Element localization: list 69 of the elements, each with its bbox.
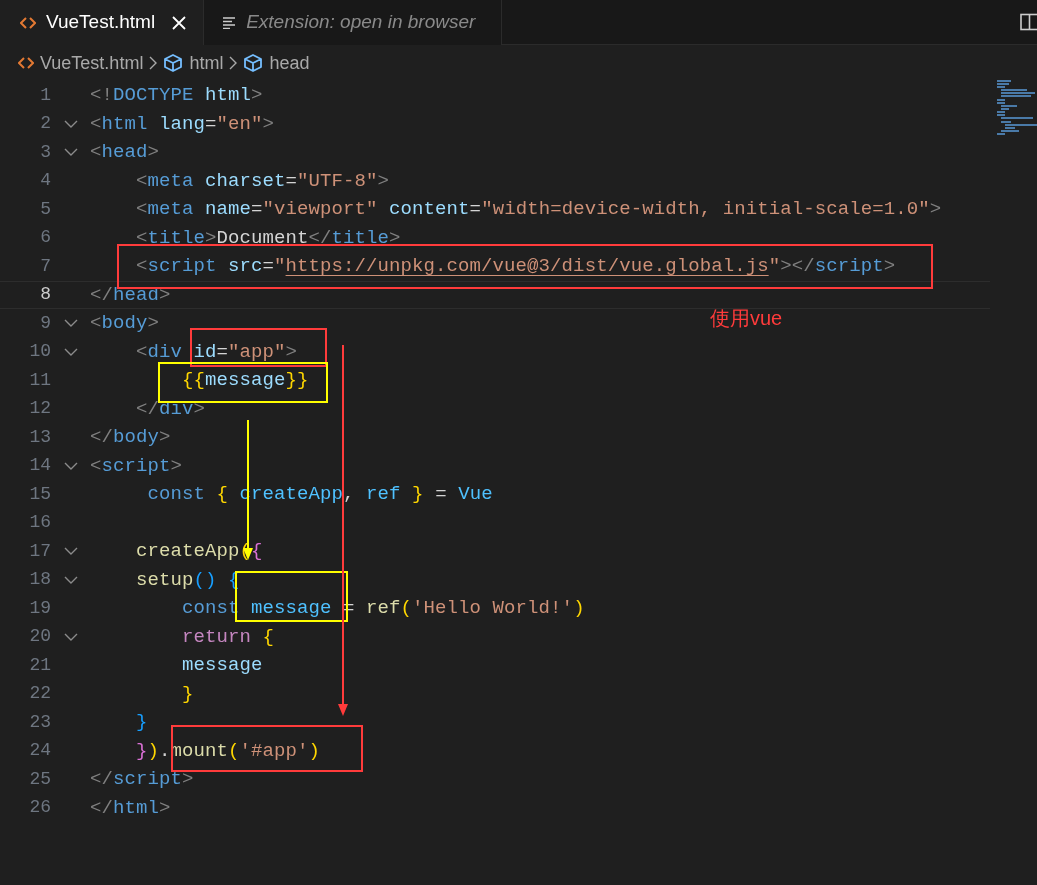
code-line: {{message}} (181, 368, 309, 393)
split-editor-icon[interactable] (1020, 13, 1037, 31)
breadcrumb-item[interactable]: VueTest.html (18, 49, 144, 77)
line-number: 24 (28, 739, 51, 763)
fold-chevron-icon[interactable] (63, 319, 78, 328)
fold-chevron-icon[interactable] (63, 461, 78, 470)
breadcrumb-item[interactable]: html (163, 49, 224, 77)
code-line: } (181, 681, 194, 707)
line-number: 22 (28, 682, 51, 706)
code-line: } (135, 710, 148, 735)
line-number: 15 (28, 482, 51, 506)
code-line: return { (181, 624, 275, 650)
line-number: 1 (39, 83, 51, 107)
code-line: <div id="app"> (135, 339, 298, 365)
code-line: <script src="https://unpkg.com/vue@3/dist/vue.global.js"></script> (135, 254, 896, 279)
line-number: 7 (39, 254, 51, 278)
code-icon (18, 56, 34, 70)
code-line: <title>Document</title> (135, 225, 401, 251)
line-number: 12 (28, 397, 51, 421)
code-line: </script> (90, 767, 194, 792)
close-icon[interactable] (171, 14, 188, 31)
code-line: message (181, 653, 263, 678)
editor-tab[interactable]: Extension: open in browser (204, 0, 503, 45)
line-number: 16 (28, 511, 51, 535)
fold-chevron-icon[interactable] (63, 148, 78, 157)
line-number: 2 (39, 112, 51, 136)
line-number: 21 (28, 653, 51, 677)
fold-chevron-icon[interactable] (63, 632, 78, 641)
code-line: <html lang="en"> (90, 111, 275, 137)
code-icon (20, 15, 36, 30)
preview-icon (222, 16, 237, 29)
line-number: 11 (28, 368, 51, 392)
line-number: 6 (39, 226, 51, 250)
line-number: 20 (28, 625, 51, 649)
annotation-label: 使用vue (710, 306, 783, 331)
code-line: <meta name="viewport" content="width=device-width, initial-scale=1.0"> (135, 197, 942, 222)
line-number: 9 (39, 311, 51, 335)
line-number: 13 (28, 425, 51, 449)
code-line: <head> (90, 140, 160, 165)
line-number: 23 (28, 710, 51, 734)
line-number: 14 (28, 454, 51, 478)
code-line: <meta charset="UTF-8"> (135, 168, 390, 194)
code-line: <body> (90, 311, 160, 336)
line-number: 5 (39, 197, 51, 221)
editor-tab[interactable]: VueTest.html (0, 0, 205, 45)
line-number: 3 (39, 140, 51, 164)
line-number: 17 (28, 539, 51, 563)
fold-chevron-icon[interactable] (63, 547, 78, 556)
minimap-drawing[interactable] (997, 80, 1037, 136)
code-line: </html> (90, 795, 171, 821)
line-number: 25 (28, 767, 51, 791)
line-number: 18 (28, 568, 51, 592)
line-number: 26 (28, 796, 51, 820)
fold-chevron-icon[interactable] (63, 575, 78, 584)
chevron-right-icon (229, 56, 238, 70)
code-line: </body> (90, 425, 171, 450)
fold-chevron-icon[interactable] (63, 119, 78, 128)
code-line: <!DOCTYPE html> (90, 83, 263, 108)
cube-icon (163, 53, 184, 73)
breadcrumb-item[interactable]: head (243, 49, 310, 77)
line-number: 19 (28, 596, 51, 620)
code-line: <script> (90, 453, 183, 479)
fold-chevron-icon[interactable] (63, 347, 78, 356)
line-number: 10 (28, 340, 51, 364)
code-line: </head> (90, 282, 171, 308)
line-number: 4 (39, 169, 51, 193)
cube-icon (243, 53, 264, 73)
chevron-right-icon (149, 56, 158, 70)
line-number: 8 (39, 283, 51, 307)
